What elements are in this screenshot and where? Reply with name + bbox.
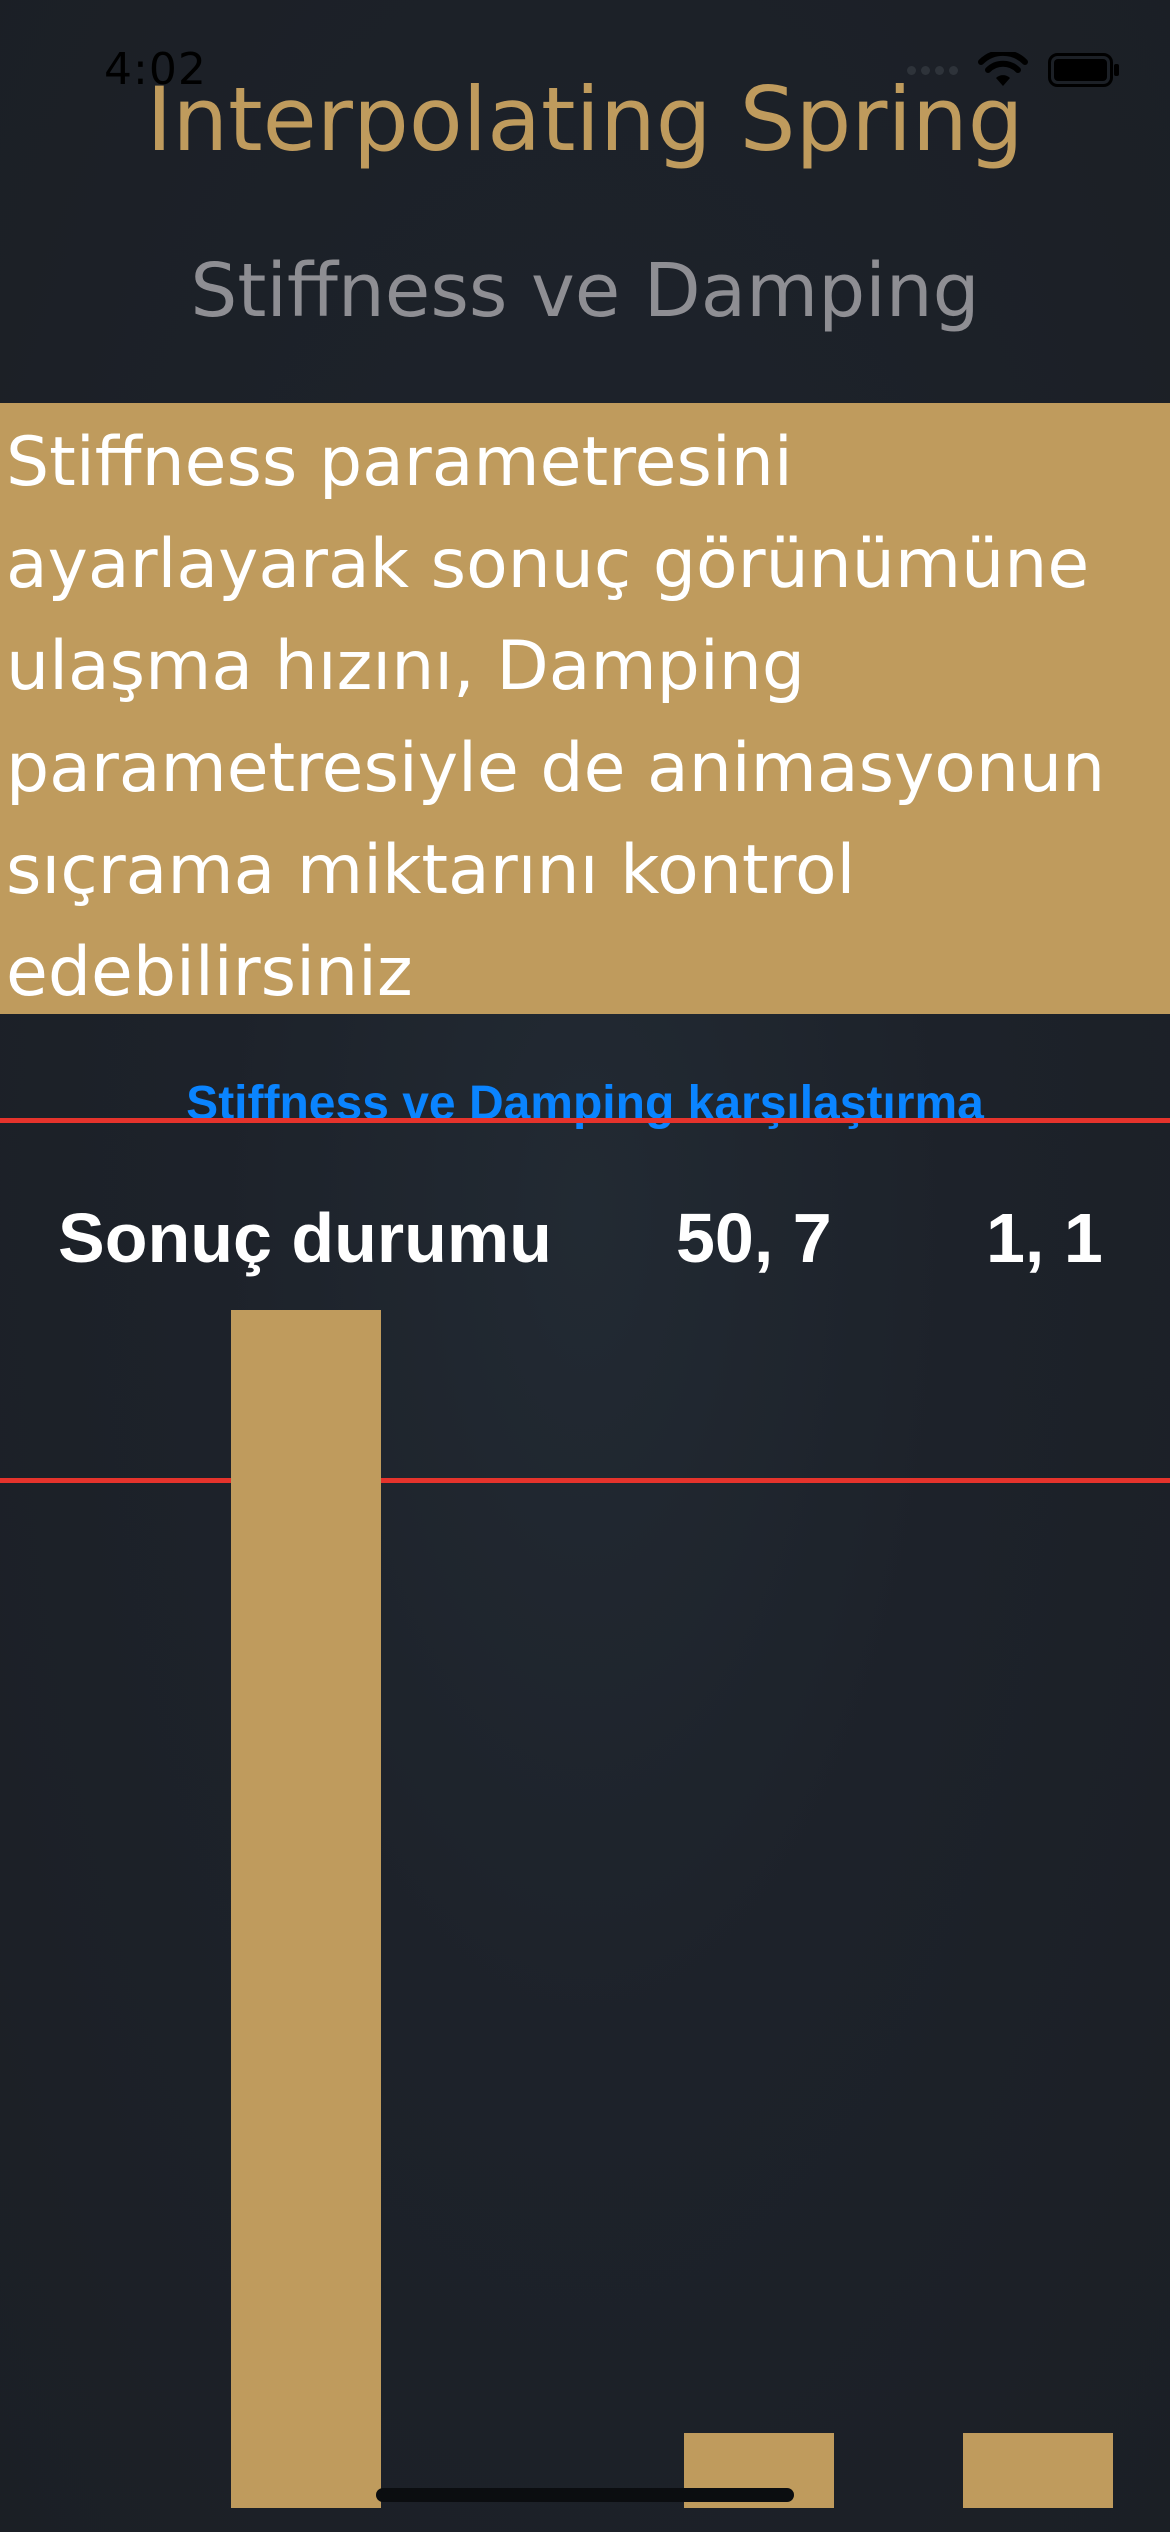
result-label: Sonuç durumu xyxy=(58,1199,552,1277)
guide-line-bottom xyxy=(0,1478,1170,1483)
second-animated-bar xyxy=(963,2433,1113,2508)
guide-line-top xyxy=(0,1118,1170,1123)
description-text: Stiffness parametresini ayarlayarak sonu… xyxy=(6,423,1106,1012)
first-params-label: 50, 7 xyxy=(676,1199,832,1277)
description-card: Stiffness parametresini ayarlayarak sonu… xyxy=(0,403,1170,1014)
page-subtitle: Stiffness ve Damping xyxy=(190,248,980,334)
result-bar xyxy=(231,1310,381,2508)
home-indicator[interactable] xyxy=(376,2488,794,2502)
page-title: Interpolating Spring xyxy=(146,68,1024,171)
second-params-label: 1, 1 xyxy=(986,1199,1103,1277)
